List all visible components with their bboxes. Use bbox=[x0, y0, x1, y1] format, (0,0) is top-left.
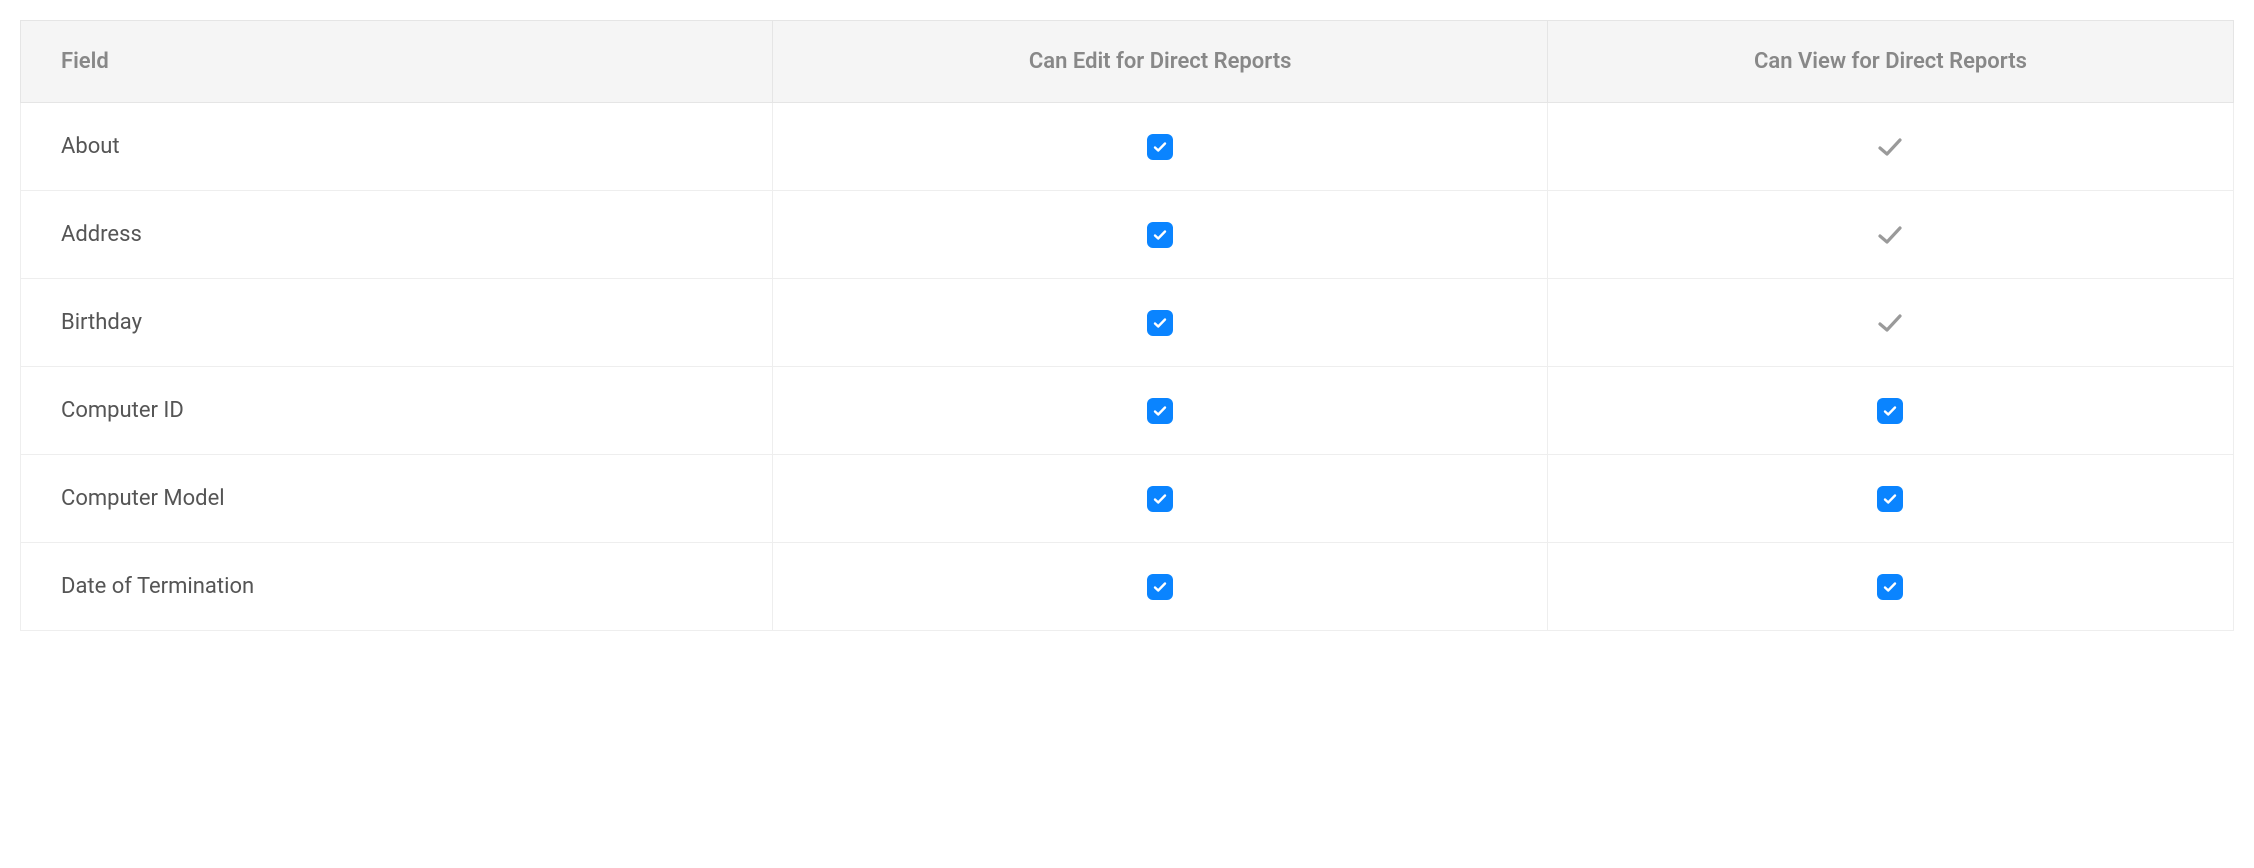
table-row: Date of Termination bbox=[21, 543, 2234, 631]
checkbox-checked-icon[interactable] bbox=[1877, 574, 1903, 600]
can-edit-cell bbox=[773, 103, 1548, 191]
can-view-cell bbox=[1547, 367, 2233, 455]
field-name-cell: Computer ID bbox=[21, 367, 773, 455]
field-name-cell: Address bbox=[21, 191, 773, 279]
can-edit-cell bbox=[773, 191, 1548, 279]
can-edit-cell bbox=[773, 455, 1548, 543]
can-edit-cell bbox=[773, 367, 1548, 455]
checkbox-checked-icon[interactable] bbox=[1147, 574, 1173, 600]
checkbox-checked-icon[interactable] bbox=[1147, 398, 1173, 424]
checkbox-checked-icon[interactable] bbox=[1877, 398, 1903, 424]
checkbox-checked-icon[interactable] bbox=[1147, 310, 1173, 336]
can-view-cell bbox=[1547, 455, 2233, 543]
field-name-cell: Birthday bbox=[21, 279, 773, 367]
field-name-cell: About bbox=[21, 103, 773, 191]
can-edit-cell bbox=[773, 279, 1548, 367]
checkbox-checked-icon[interactable] bbox=[1147, 134, 1173, 160]
field-name-cell: Date of Termination bbox=[21, 543, 773, 631]
checkbox-checked-icon[interactable] bbox=[1877, 486, 1903, 512]
table-row: Birthday bbox=[21, 279, 2234, 367]
table-row: Computer Model bbox=[21, 455, 2234, 543]
header-can-view: Can View for Direct Reports bbox=[1547, 21, 2233, 103]
table-row: Address bbox=[21, 191, 2234, 279]
header-can-edit: Can Edit for Direct Reports bbox=[773, 21, 1548, 103]
can-view-cell bbox=[1547, 191, 2233, 279]
can-view-cell bbox=[1547, 279, 2233, 367]
field-name-cell: Computer Model bbox=[21, 455, 773, 543]
can-view-cell bbox=[1547, 543, 2233, 631]
checkbox-checked-icon[interactable] bbox=[1147, 222, 1173, 248]
can-edit-cell bbox=[773, 543, 1548, 631]
header-field: Field bbox=[21, 21, 773, 103]
can-view-cell bbox=[1547, 103, 2233, 191]
table-row: About bbox=[21, 103, 2234, 191]
check-icon bbox=[1875, 220, 1905, 250]
permissions-table: Field Can Edit for Direct Reports Can Vi… bbox=[20, 20, 2234, 631]
table-row: Computer ID bbox=[21, 367, 2234, 455]
check-icon bbox=[1875, 132, 1905, 162]
check-icon bbox=[1875, 308, 1905, 338]
table-header-row: Field Can Edit for Direct Reports Can Vi… bbox=[21, 21, 2234, 103]
checkbox-checked-icon[interactable] bbox=[1147, 486, 1173, 512]
